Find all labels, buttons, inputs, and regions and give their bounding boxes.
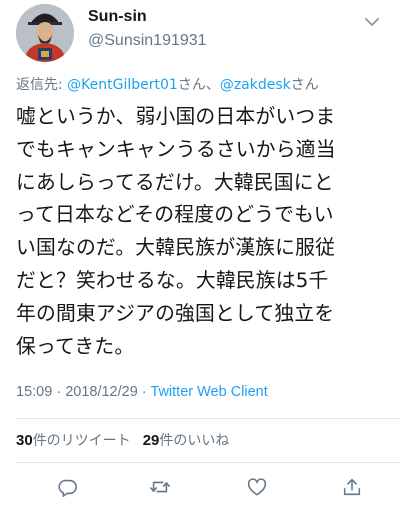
tweet-text-line: 嘘というか、弱小国の日本がいつま [16, 105, 336, 128]
mention-suffix: さん [290, 77, 319, 93]
retweet-icon [149, 476, 171, 502]
tweet-header: Sun-sin @Sunsin191931 [16, 4, 384, 64]
share-button[interactable] [335, 472, 369, 506]
meta-separator: · [52, 384, 66, 400]
tweet-text-line: い国なのだ。大韓民族が漢族に服従 [16, 236, 336, 260]
engagement-stats: 30件のリツイート 29件のいいね [16, 430, 229, 450]
tweet-text: 嘘というか、弱小国の日本がいつま でもキャンキャンうるさいから適当 にあしらって… [16, 101, 388, 363]
like-button[interactable] [240, 472, 274, 506]
reply-icon [56, 476, 78, 502]
tweet-text-line: 年の間東アジアの強国として独立を [16, 301, 335, 325]
retweet-count: 30 [16, 432, 33, 449]
divider [16, 462, 400, 463]
action-bar [0, 472, 400, 506]
tweet-text-line: って日本などその程度のどうでもい [16, 203, 334, 227]
like-stat[interactable]: 29件のいいね [142, 432, 230, 449]
share-icon [341, 476, 363, 502]
divider [16, 418, 400, 419]
retweet-label: 件のリツイート [32, 433, 131, 449]
mention-link[interactable]: @KentGilbert01 [67, 77, 178, 93]
meta-separator: · [137, 384, 151, 400]
avatar[interactable] [16, 4, 74, 62]
follow-chevron-icon[interactable] [360, 10, 384, 34]
tweet-text-line: でもキャンキャンうるさいから適当 [16, 137, 336, 161]
reply-prefix: 返信先: [16, 77, 68, 93]
like-icon [246, 476, 268, 502]
tweet-text-line: にあしらってるだけ。大韓民国にと [16, 170, 334, 194]
display-name[interactable]: Sun-sin [88, 8, 147, 26]
tweet-date[interactable]: 2018/12/29 [65, 384, 138, 400]
tweet-time[interactable]: 15:09 [16, 384, 52, 400]
like-count: 29 [142, 432, 160, 449]
reply-to-line: 返信先: @KentGilbert01さん、@zakdeskさん [16, 74, 386, 94]
client-link[interactable]: Twitter Web Client [150, 384, 267, 400]
mention-suffix: さん、 [177, 77, 220, 93]
mention-link[interactable]: @zakdesk [220, 77, 291, 93]
tweet-text-line: 保ってきた。 [16, 334, 135, 358]
retweet-button[interactable] [143, 472, 177, 506]
tweet-text-line: だと？笑わせるな。大韓民族は5千 [16, 268, 329, 292]
reply-button[interactable] [50, 472, 84, 506]
user-handle[interactable]: @Sunsin191931 [88, 32, 207, 50]
tweet-meta: 15:09 · 2018/12/29 · Twitter Web Client [16, 384, 268, 400]
like-label: 件のいいね [159, 433, 230, 449]
retweet-stat[interactable]: 30件のリツイート [16, 432, 131, 449]
